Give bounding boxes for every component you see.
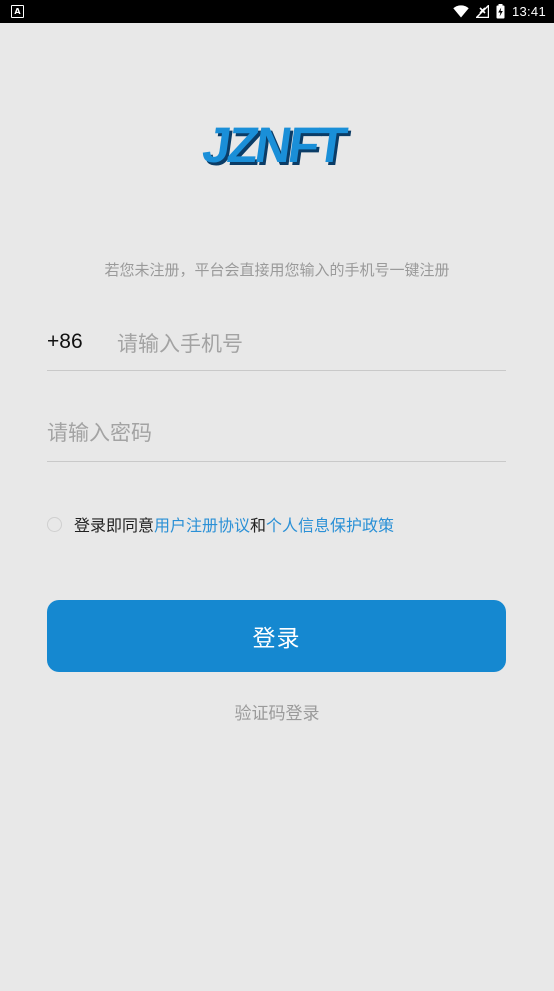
wifi-icon [453, 5, 469, 18]
phone-row: +86 [47, 318, 506, 371]
privacy-policy-link[interactable]: 个人信息保护政策 [266, 512, 394, 536]
user-agreement-link[interactable]: 用户注册协议 [154, 512, 250, 536]
sms-code-login-link[interactable]: 验证码登录 [0, 699, 554, 724]
password-row [47, 406, 506, 462]
phone-input[interactable] [117, 326, 497, 362]
battery-charging-icon [496, 4, 505, 19]
agreement-row: 登录即同意 用户注册协议 和 个人信息保护政策 [47, 512, 394, 536]
register-hint: 若您未注册，平台会直接用您输入的手机号一键注册 [104, 261, 450, 279]
status-time: 13:41 [511, 4, 546, 19]
password-input[interactable] [47, 414, 497, 452]
agreement-prefix: 登录即同意 [74, 516, 155, 535]
status-bar: A 13:41 [0, 0, 554, 23]
svg-text:JZNFT: JZNFT [199, 118, 351, 173]
jznft-logo: JZNFT JZNFT [199, 118, 353, 174]
notification-a-icon: A [11, 5, 24, 18]
status-icons: 13:41 [453, 2, 546, 21]
agreement-checkbox[interactable] [47, 516, 62, 532]
signal-icon [475, 5, 489, 18]
agreement-and: 和 [250, 516, 267, 535]
login-button[interactable]: 登录 [47, 600, 506, 672]
country-code[interactable]: +86 [47, 330, 83, 354]
